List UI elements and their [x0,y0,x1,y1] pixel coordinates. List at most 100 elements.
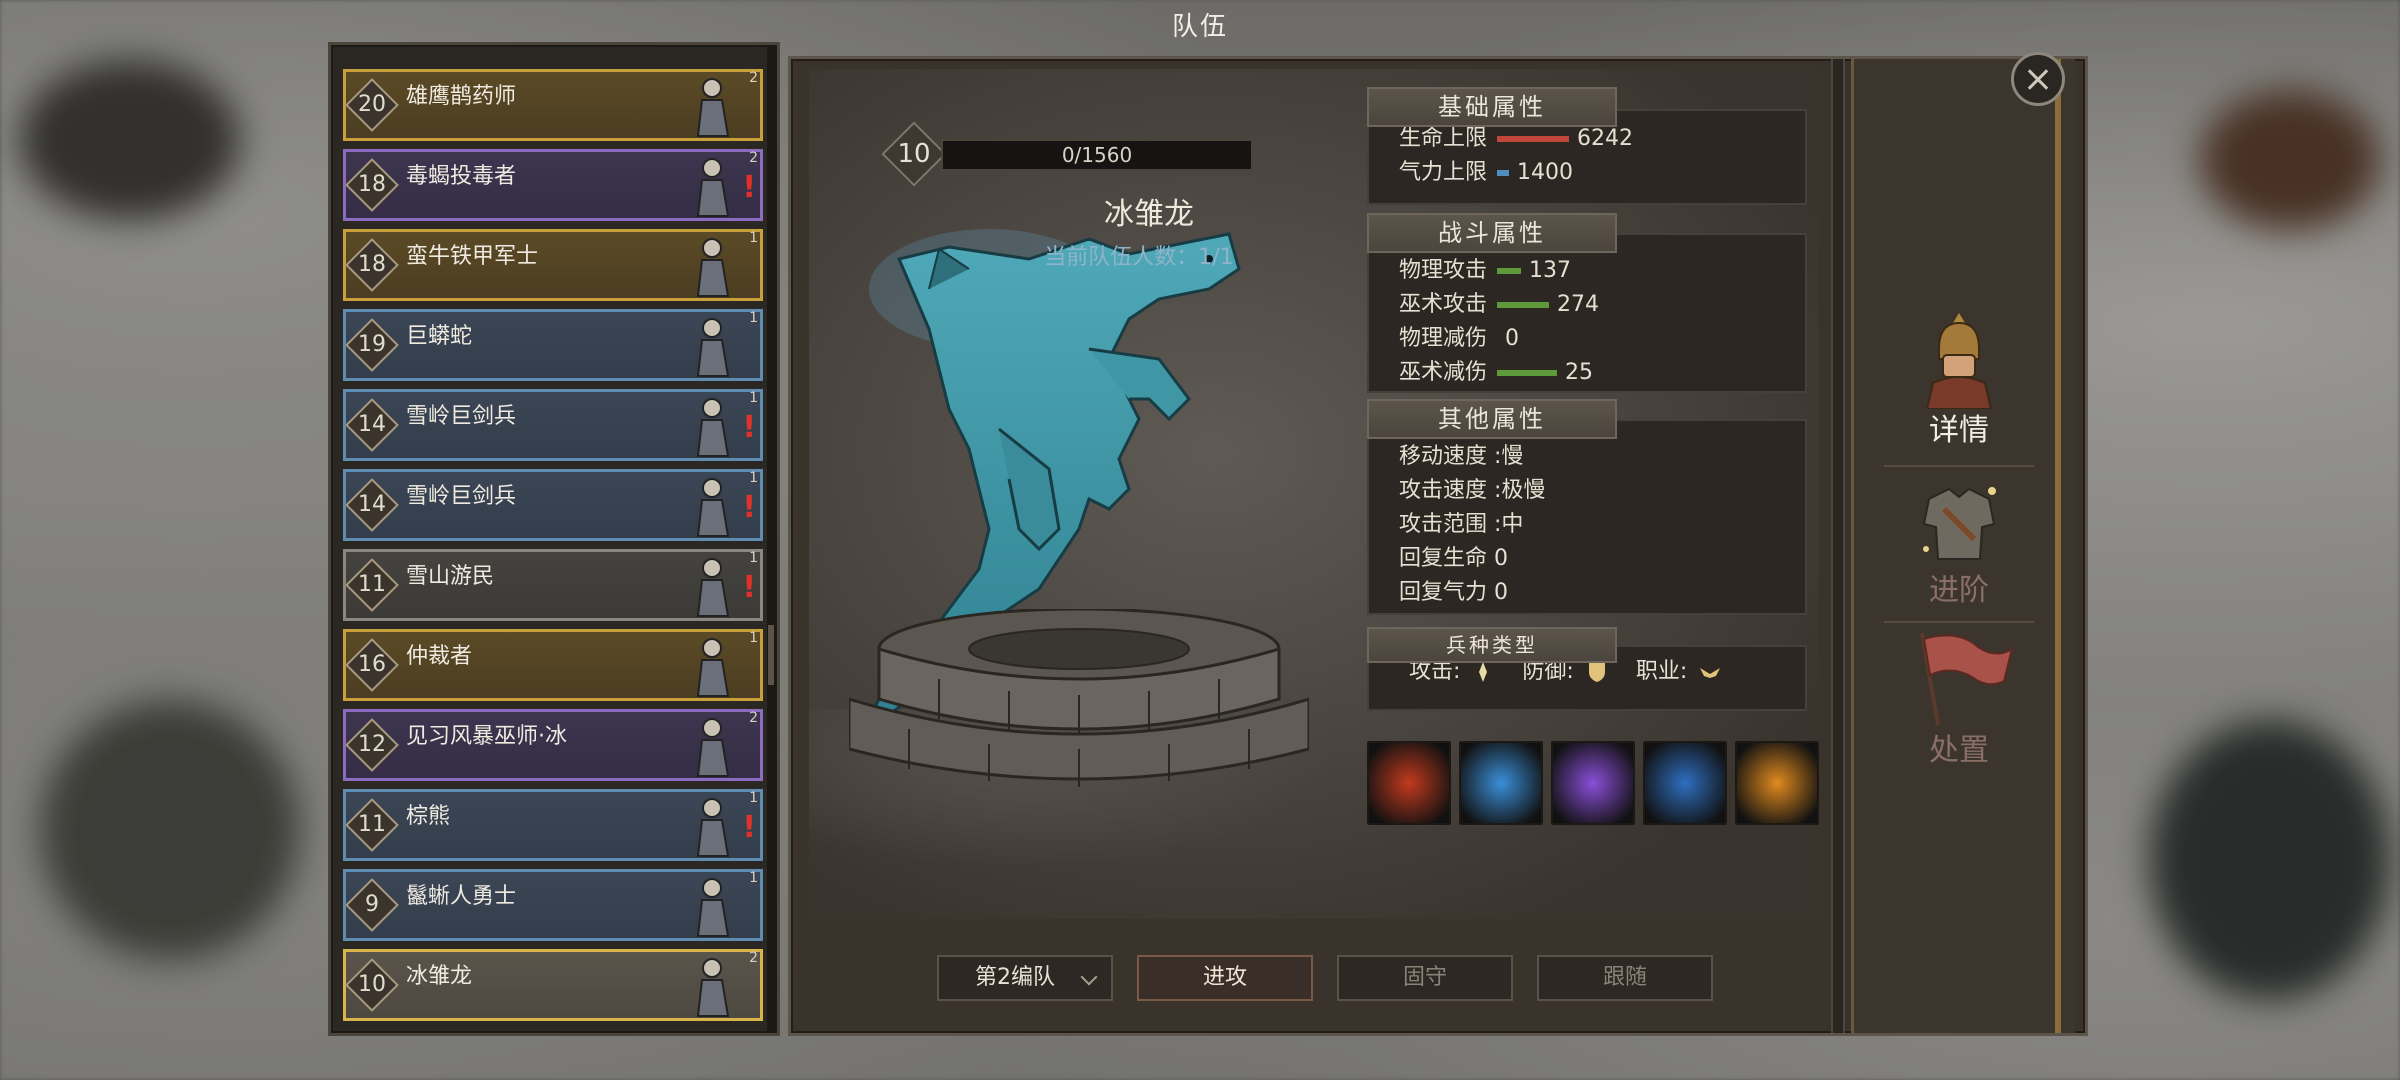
alert-icon: ! [742,170,756,205]
stat-row: 巫术减伤 25 [1399,357,1593,389]
other-attribute-row: 攻击范围 :中 [1399,512,1524,537]
unit-level: 14 [358,492,386,517]
unit-count: 1 [749,310,758,326]
unit-level-badge: 18 [345,238,399,292]
frost-vortex-icon[interactable] [1643,741,1727,825]
arcane-figures-icon[interactable] [1551,741,1635,825]
team-count-text: 当前队伍人数：1/1 [1044,245,1234,270]
stat-bar [1497,302,1550,308]
unit-portrait-icon [696,798,730,857]
unit-level-badge: 10 [345,958,399,1012]
stat-value: 25 [1565,360,1594,385]
roster-unit-item[interactable]: 18 蛮牛铁甲军士 1 [343,229,763,301]
skill-bar [1367,741,1827,829]
xp-bar: 0/1560 [941,139,1253,171]
stat-value: 0 [1505,326,1520,351]
stat-label: 生命上限 [1399,126,1488,151]
roster-unit-item[interactable]: 11 雪山游民 1! [343,549,763,621]
unit-roster-list[interactable]: 20 雄鹰鹊药师 2 18 毒蝎投毒者 2! 18 蛮牛铁甲军士 1 19 巨蟒蛇 1 14 雪岭巨剑兵 1… [328,42,780,1036]
unit-level-badge: 12 [345,718,399,772]
stat-row: 物理攻击 137 [1399,255,1571,287]
roster-unit-item[interactable]: 18 毒蝎投毒者 2! [343,149,763,221]
tab-advance-label: 进阶 [1929,573,1989,608]
stat-value: 137 [1529,258,1572,283]
roster-unit-item[interactable]: 12 见习风暴巫师·冰 2 [343,709,763,781]
unit-level: 10 [358,972,386,997]
unit-name: 雪山游民 [406,564,495,589]
unit-portrait-icon [696,718,730,777]
unit-level-badge: 20 [345,78,399,132]
side-tab-bar: 详情 进阶 处置 [1851,59,2075,1033]
unit-count: 2 [749,950,758,966]
tab-details[interactable]: 详情 [1874,309,2044,459]
ice-breath-icon[interactable] [1459,741,1543,825]
stat-label: 巫术减伤 [1399,360,1488,385]
follow-button[interactable]: 跟随 [1537,955,1713,1001]
tab-dispose[interactable]: 处置 [1874,629,2044,779]
unit-count: 2 [749,150,758,166]
roster-unit-item[interactable]: 14 雪岭巨剑兵 1! [343,469,763,541]
window-title: 队伍 [1171,12,1228,42]
stat-bar [1497,370,1558,376]
unit-name: 雪岭巨剑兵 [406,484,517,509]
unit-portrait-icon [696,318,730,377]
flame-burst-icon[interactable] [1735,741,1819,825]
unit-name-title: 冰雏龙 [1104,197,1194,232]
unit-name: 毒蝎投毒者 [406,164,517,189]
unit-level-badge: 9 [345,878,399,932]
unit-portrait-icon [696,558,730,617]
combat-attributes-card: 物理攻击 137 巫术攻击 274 物理减伤 0 巫术减伤 25 [1367,233,1807,393]
unit-level-badge: 11 [345,558,399,612]
unit-level-badge: 16 [345,638,399,692]
stat-value: 1400 [1517,160,1574,185]
unit-name: 雄鹰鹊药师 [406,84,517,109]
attack-button[interactable]: 进攻 [1137,955,1313,1001]
unit-portrait-icon [696,398,730,457]
stat-label: 物理攻击 [1399,258,1488,283]
unit-portrait-icon [696,478,730,537]
team-select-dropdown[interactable]: 第2编队 [937,955,1113,1001]
hold-button[interactable]: 固守 [1337,955,1513,1001]
stat-value: 6242 [1577,126,1634,151]
unit-name: 冰雏龙 [406,964,473,989]
unit-name: 雪岭巨剑兵 [406,404,517,429]
roster-unit-item[interactable]: 20 雄鹰鹊药师 2 [343,69,763,141]
roster-unit-item[interactable]: 9 鬣蜥人勇士 1 [343,869,763,941]
troop-type-header: 兵种类型 [1367,627,1617,663]
close-button[interactable] [2011,52,2065,106]
roster-unit-item[interactable]: 10 冰雏龙 2 [343,949,763,1021]
unit-portrait-icon [696,78,730,137]
roster-unit-item[interactable]: 19 巨蟒蛇 1 [343,309,763,381]
unit-level: 9 [365,892,379,917]
stat-label: 巫术攻击 [1399,292,1488,317]
roster-unit-item[interactable]: 11 棕熊 1! [343,789,763,861]
roster-unit-item[interactable]: 16 仲裁者 1 [343,629,763,701]
tab-dispose-label: 处置 [1929,733,1989,768]
tab-advance[interactable]: 进阶 [1874,469,2044,619]
unit-level: 11 [358,572,386,597]
roster-scrollbar[interactable] [767,45,775,1033]
unit-level-badge: 14 [345,478,399,532]
tab-details-label: 详情 [1929,413,1989,448]
magic-attack-icon [1479,662,1488,682]
other-attribute-row: 回复生命 0 [1399,546,1508,571]
unit-level: 20 [358,92,386,117]
other-attributes-card: 移动速度 :慢 攻击速度 :极慢 攻击范围 :中 回复生命 0 回复气力 0 [1367,419,1807,615]
unit-detail-panel: 10 0/1560 冰雏龙 当前队伍人数：1/1 生命上限 6242 气力上限 140… [788,56,2088,1036]
flag-icon [1920,632,2014,726]
stat-label: 物理减伤 [1399,326,1488,351]
stone-well-pedestal [849,609,1309,787]
stat-row: 巫术攻击 274 [1399,289,1599,321]
stat-row: 物理减伤 0 [1399,323,1519,355]
team-select-label: 第2编队 [975,965,1055,990]
alert-icon: ! [742,570,756,605]
alert-icon: ! [742,490,756,525]
shield-icon [1588,663,1605,682]
chevron-down-icon [1080,968,1098,986]
fire-dragon-icon[interactable] [1367,741,1451,825]
roster-unit-item[interactable]: 14 雪岭巨剑兵 1! [343,389,763,461]
unit-count: 1 [749,870,758,886]
unit-count: 2 [749,70,758,86]
wings-role-icon [1700,668,1721,678]
unit-level-badge: 11 [345,798,399,852]
